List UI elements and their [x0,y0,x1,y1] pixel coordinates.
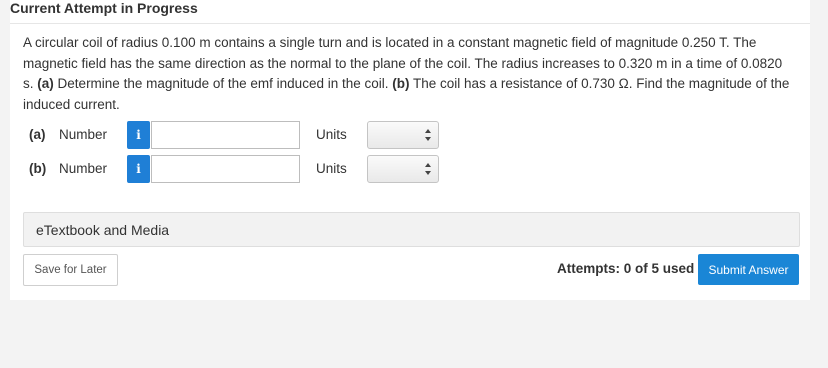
units-label-b: Units [316,161,347,176]
units-label-a: Units [316,127,347,142]
part-b-tag: (b) [392,76,410,91]
save-for-later-button[interactable]: Save for Later [23,254,118,286]
part-label-a: (a) [29,127,46,142]
number-label-b: Number [59,161,108,176]
info-icon[interactable]: i [127,155,150,183]
number-input-a[interactable] [151,121,300,149]
part-a-tag: (a) [37,76,54,91]
units-select-a[interactable] [367,121,439,149]
number-input-b[interactable] [151,155,300,183]
select-arrows-icon [425,163,431,175]
answer-row-b: (b) Number i Units [23,155,523,183]
select-arrows-icon [425,129,431,141]
attempt-header: Current Attempt in Progress [10,0,810,24]
etextbook-media-label: eTextbook and Media [36,222,170,238]
answer-row-a: (a) Number i Units [23,121,523,149]
part-label-b: (b) [29,161,47,176]
units-select-b[interactable] [367,155,439,183]
info-icon[interactable]: i [127,121,150,149]
number-label-a: Number [59,127,108,142]
page-title: Current Attempt in Progress [10,0,198,16]
part-a-prompt: Determine the magnitude of the emf induc… [57,76,389,91]
attempts-counter: Attempts: 0 of 5 used [557,261,695,276]
question-card: Current Attempt in Progress A circular c… [10,0,810,300]
question-text: A circular coil of radius 0.100 m contai… [23,33,793,115]
etextbook-media-panel[interactable]: eTextbook and Media [23,212,800,247]
submit-answer-button[interactable]: Submit Answer [698,254,799,285]
